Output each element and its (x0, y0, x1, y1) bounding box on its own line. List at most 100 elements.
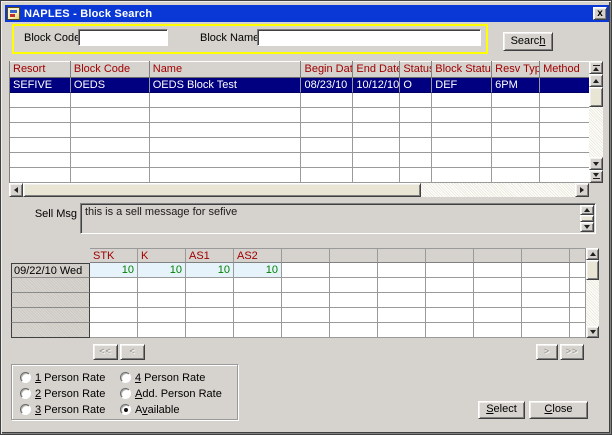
grid-header-blank-end (570, 248, 586, 263)
grid-cell-empty (138, 323, 186, 338)
grid-row-label-empty (11, 278, 90, 293)
table-vscroll-thumb[interactable] (589, 87, 603, 107)
table-cell-empty (432, 138, 492, 153)
table-row-empty[interactable] (10, 108, 589, 123)
close-button[interactable]: Close (529, 401, 588, 419)
scroll-down-icon[interactable] (580, 222, 594, 232)
header-name[interactable]: Name (150, 61, 302, 78)
table-cell-empty (400, 168, 432, 183)
header-resv-type[interactable]: Resv Type (492, 61, 540, 78)
grid-header-blank (522, 248, 570, 263)
table-cell-empty (492, 168, 540, 183)
table-hscroll-track[interactable] (421, 183, 575, 197)
table-vscroll-track[interactable] (589, 107, 603, 157)
scroll-up-icon[interactable] (589, 74, 603, 87)
table-row-empty[interactable] (10, 168, 589, 183)
table-cell-empty (301, 108, 353, 123)
radio-2-person-rate[interactable]: 2 Person Rate (20, 387, 105, 400)
block-name-input[interactable] (257, 29, 481, 46)
cell-block-code: OEDS (71, 78, 150, 93)
grid-cell-empty-end (570, 263, 586, 278)
scroll-up-icon[interactable] (580, 205, 594, 215)
grid-last-page-button[interactable]: >> (560, 344, 584, 360)
table-cell-empty (150, 138, 302, 153)
search-button[interactable]: Search (503, 32, 553, 51)
header-resort[interactable]: Resort (10, 61, 71, 78)
header-method[interactable]: Method (540, 61, 589, 78)
grid-value-as1[interactable]: 10 (186, 263, 234, 278)
table-row-empty[interactable] (10, 138, 589, 153)
table-cell-empty (71, 93, 150, 108)
grid-empty-row (11, 323, 586, 338)
sell-msg-field[interactable]: this is a sell message for sefive (80, 203, 596, 234)
grid-cell-empty-end (570, 308, 586, 323)
radio-icon[interactable] (120, 404, 131, 415)
cell-end-date: 10/12/10 (353, 78, 400, 93)
block-code-input[interactable] (78, 29, 168, 46)
grid-value-k[interactable]: 10 (138, 263, 186, 278)
scroll-left-icon[interactable] (9, 183, 23, 197)
radio-icon[interactable] (20, 372, 31, 383)
select-button[interactable]: Select (478, 401, 525, 419)
radio-available[interactable]: Available (120, 403, 179, 416)
header-block-code[interactable]: Block Code (71, 61, 150, 78)
grid-first-page-button[interactable]: << (93, 344, 118, 360)
grid-prev-page-button[interactable]: < (120, 344, 145, 360)
radio-add-person-rate[interactable]: Add. Person Rate (120, 387, 222, 400)
table-cell-empty (400, 93, 432, 108)
radio-1-person-rate[interactable]: 1 Person Rate (20, 371, 105, 384)
results-table-grid: Resort Block Code Name Begin Date End Da… (9, 61, 589, 183)
grid-cell-empty (522, 293, 570, 308)
grid-value-stk[interactable]: 10 (90, 263, 138, 278)
header-status[interactable]: Status (400, 61, 432, 78)
scroll-down-icon[interactable] (586, 326, 599, 338)
sell-msg-scroll-thumb[interactable] (580, 215, 594, 222)
radio-3-person-rate[interactable]: 3 Person Rate (20, 403, 105, 416)
scroll-right-icon[interactable] (575, 183, 589, 197)
grid-cell-empty (234, 308, 282, 323)
close-window-icon[interactable]: x (593, 7, 607, 20)
grid-cell-empty (426, 263, 474, 278)
grid-data-row[interactable]: 09/22/10 Wed 10 10 10 10 (11, 263, 586, 278)
grid-vscroll-thumb[interactable] (586, 260, 599, 280)
scroll-to-top-icon[interactable] (589, 61, 603, 74)
grid-row-label: 09/22/10 Wed (11, 263, 90, 278)
scroll-to-bottom-icon[interactable] (589, 170, 603, 183)
table-row-empty[interactable] (10, 153, 589, 168)
grid-cell-empty (426, 293, 474, 308)
grid-row-label-empty (11, 323, 90, 338)
table-hscroll-thumb[interactable] (23, 183, 421, 197)
table-vertical-scrollbar (589, 61, 603, 183)
radio-icon[interactable] (20, 388, 31, 399)
grid-value-as2[interactable]: 10 (234, 263, 282, 278)
grid-cell-empty (90, 308, 138, 323)
table-row-selected[interactable]: SEFIVE OEDS OEDS Block Test 08/23/10 10/… (10, 78, 589, 93)
table-row-empty[interactable] (10, 123, 589, 138)
scroll-up-icon[interactable] (586, 248, 599, 260)
header-begin-date[interactable]: Begin Date (301, 61, 353, 78)
table-cell-empty (301, 168, 353, 183)
cell-block-status: DEF (432, 78, 492, 93)
grid-next-page-button[interactable]: > (536, 344, 558, 360)
sell-msg-text: this is a sell message for sefive (85, 206, 237, 218)
titlebar[interactable]: NAPLES - Block Search x (5, 5, 609, 22)
grid-cell-empty (234, 293, 282, 308)
table-row-empty[interactable] (10, 93, 589, 108)
grid-cell-empty (186, 293, 234, 308)
table-cell-empty (492, 153, 540, 168)
scroll-down-icon[interactable] (589, 157, 603, 170)
radio-icon[interactable] (120, 372, 131, 383)
table-cell-empty (432, 123, 492, 138)
radio-4-person-rate[interactable]: 4 Person Rate (120, 371, 205, 384)
table-cell-empty (10, 153, 71, 168)
header-end-date[interactable]: End Date (353, 61, 400, 78)
radio-icon[interactable] (20, 404, 31, 415)
table-cell-empty (10, 123, 71, 138)
grid-cell-empty (522, 308, 570, 323)
header-block-status[interactable]: Block Status (432, 61, 492, 78)
grid-empty-row (11, 278, 586, 293)
radio-label: Available (135, 404, 179, 416)
grid-vscroll-track[interactable] (586, 280, 599, 326)
radio-icon[interactable] (120, 388, 131, 399)
grid-cell-empty (426, 323, 474, 338)
